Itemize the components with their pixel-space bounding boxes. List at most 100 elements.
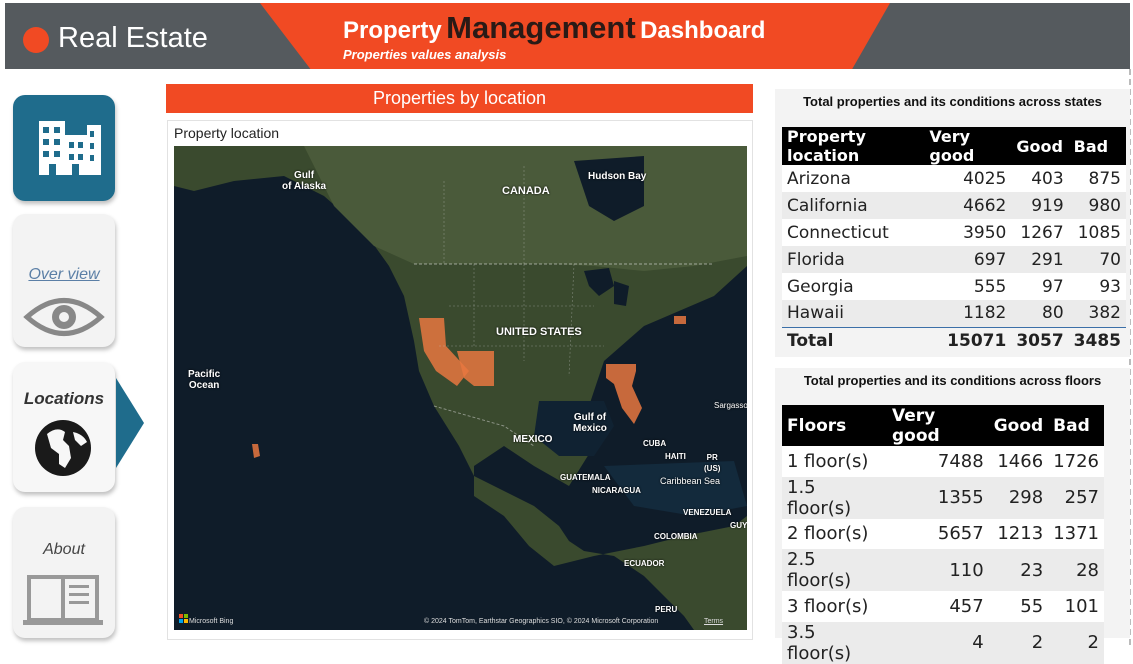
- table-row: California 4662 919 980: [782, 192, 1126, 219]
- row-label: California: [782, 192, 925, 219]
- map-visual-label: Property location: [174, 125, 280, 141]
- cell-value: 93: [1068, 273, 1126, 300]
- map-label-gulf-of-alaska: Gulf of Alaska: [282, 170, 327, 192]
- col-bad[interactable]: Bad: [1048, 405, 1104, 446]
- cell-value: 1371: [1048, 518, 1104, 549]
- cell-value: 1085: [1068, 219, 1126, 246]
- nav-locations-button[interactable]: Locations: [13, 362, 115, 492]
- nav-about-label: About: [43, 541, 85, 558]
- cell-value: 457: [886, 591, 989, 622]
- table-row: Florida 697 291 70: [782, 246, 1126, 273]
- cell-value: 875: [1068, 165, 1126, 192]
- property-location-map[interactable]: Gulf of Alaska CANADA Hudson Bay UNITED …: [174, 146, 747, 630]
- map-label-hudson-bay: Hudson Bay: [588, 171, 647, 182]
- table-row: 3 floor(s) 457 55 101: [782, 591, 1104, 622]
- cell-value: 1267: [1011, 219, 1069, 246]
- table-row: 3.5 floor(s) 4 2 2: [782, 621, 1104, 664]
- map-attribution: © 2024 TomTom, Earthstar Geographics SIO…: [424, 618, 659, 625]
- title-part-dashboard: Dashboard: [640, 17, 766, 44]
- book-icon: [23, 575, 103, 625]
- row-label: 1.5 floor(s): [782, 476, 887, 519]
- brand-dot-icon: [23, 27, 49, 53]
- map-label-pr: PR (US): [704, 453, 721, 473]
- buildings-icon: [39, 121, 101, 175]
- cell-value: 291: [1011, 246, 1069, 273]
- cell-value: 5657: [886, 518, 989, 549]
- cell-value: 382: [1068, 300, 1126, 327]
- map-label-colombia: COLOMBIA: [654, 532, 698, 541]
- col-bad[interactable]: Bad: [1068, 127, 1126, 165]
- cell-value: 7488: [886, 446, 989, 477]
- table-row: Connecticut 3950 1267 1085: [782, 219, 1126, 246]
- col-floors[interactable]: Floors: [782, 405, 887, 446]
- col-very-good[interactable]: Very good: [924, 127, 1012, 165]
- cell-value: 97: [1011, 273, 1069, 300]
- map-label-ecuador: ECUADOR: [624, 559, 665, 568]
- states-table-header: Property location Very good Good Bad: [782, 127, 1126, 165]
- map-label-guy: GUY: [730, 521, 747, 530]
- map-label-gulf-of-mexico: Gulf of Mexico: [573, 412, 607, 434]
- cell-value: 1355: [886, 476, 989, 519]
- cell-value: 4025: [924, 165, 1012, 192]
- nav-about-button[interactable]: About: [13, 507, 115, 638]
- table-row: Hawaii 1182 80 382: [782, 300, 1126, 327]
- table-row: 1.5 floor(s) 1355 298 257: [782, 476, 1104, 519]
- cell-value: 70: [1068, 246, 1126, 273]
- floors-table-caption: Total properties and its conditions acro…: [803, 373, 1102, 388]
- title-part-property: Property: [343, 17, 442, 44]
- table-row: 2.5 floor(s) 110 23 28: [782, 549, 1104, 591]
- map-attribution-bing: Microsoft Bing: [189, 618, 234, 625]
- cell-value: 697: [924, 246, 1012, 273]
- row-label: Florida: [782, 246, 925, 273]
- title-part-management: Management: [446, 10, 636, 45]
- col-very-good[interactable]: Very good: [886, 405, 989, 446]
- map-label-cuba: CUBA: [643, 439, 667, 448]
- cell-value: 2: [1048, 621, 1104, 664]
- col-good[interactable]: Good: [988, 405, 1049, 446]
- cell-value: 257: [1048, 476, 1104, 519]
- col-good[interactable]: Good: [1011, 127, 1069, 165]
- globe-icon: [35, 420, 91, 476]
- cell-value: 28: [1048, 549, 1104, 591]
- cell-value: 4662: [924, 192, 1012, 219]
- table-row: 2 floor(s) 5657 1213 1371: [782, 518, 1104, 549]
- row-label: Georgia: [782, 273, 925, 300]
- total-value: 15071: [924, 326, 1012, 355]
- brand-name: Real Estate: [58, 22, 208, 54]
- table-row: Georgia 555 97 93: [782, 273, 1126, 300]
- total-value: 3057: [1011, 326, 1069, 355]
- row-label: 2.5 floor(s): [782, 549, 887, 591]
- nav-overview-label[interactable]: Over view: [28, 266, 99, 283]
- app-logo-tile: [13, 95, 115, 201]
- states-table: Property location Very good Good Bad Ari…: [782, 127, 1126, 355]
- map-label-canada: CANADA: [502, 185, 550, 197]
- map-terms-link[interactable]: Terms: [704, 618, 723, 625]
- floors-table: Floors Very good Good Bad 1 floor(s) 7488…: [782, 405, 1104, 664]
- nav-locations-label: Locations: [23, 389, 105, 408]
- floors-table-header: Floors Very good Good Bad: [782, 405, 1104, 446]
- col-property-location[interactable]: Property location: [782, 127, 925, 165]
- dashboard: Real Estate Property Management Dashboar…: [0, 0, 1133, 664]
- cell-value: 919: [1011, 192, 1069, 219]
- map-label-sargasso: Sargasso: [714, 401, 747, 410]
- map-label-nicaragua: NICARAGUA: [592, 486, 641, 495]
- cell-value: 1466: [988, 446, 1049, 477]
- table-row: Arizona 4025 403 875: [782, 165, 1126, 192]
- map-label-united-states: UNITED STATES: [496, 326, 582, 338]
- row-label: 3.5 floor(s): [782, 621, 887, 664]
- row-label: 2 floor(s): [782, 518, 887, 549]
- cell-value: 55: [988, 591, 1049, 622]
- map-label-peru: PERU: [655, 605, 678, 614]
- map-label-caribbean-sea: Caribbean Sea: [660, 476, 721, 486]
- cell-value: 4: [886, 621, 989, 664]
- cell-value: 80: [1011, 300, 1069, 327]
- cell-value: 403: [1011, 165, 1069, 192]
- nav-overview-button[interactable]: Over view: [13, 214, 115, 347]
- map-label-mexico: MEXICO: [513, 434, 553, 445]
- cell-value: 110: [886, 549, 989, 591]
- row-label: Connecticut: [782, 219, 925, 246]
- cell-value: 555: [924, 273, 1012, 300]
- table-row: 1 floor(s) 7488 1466 1726: [782, 446, 1104, 477]
- row-label: 3 floor(s): [782, 591, 887, 622]
- total-label: Total: [782, 326, 925, 355]
